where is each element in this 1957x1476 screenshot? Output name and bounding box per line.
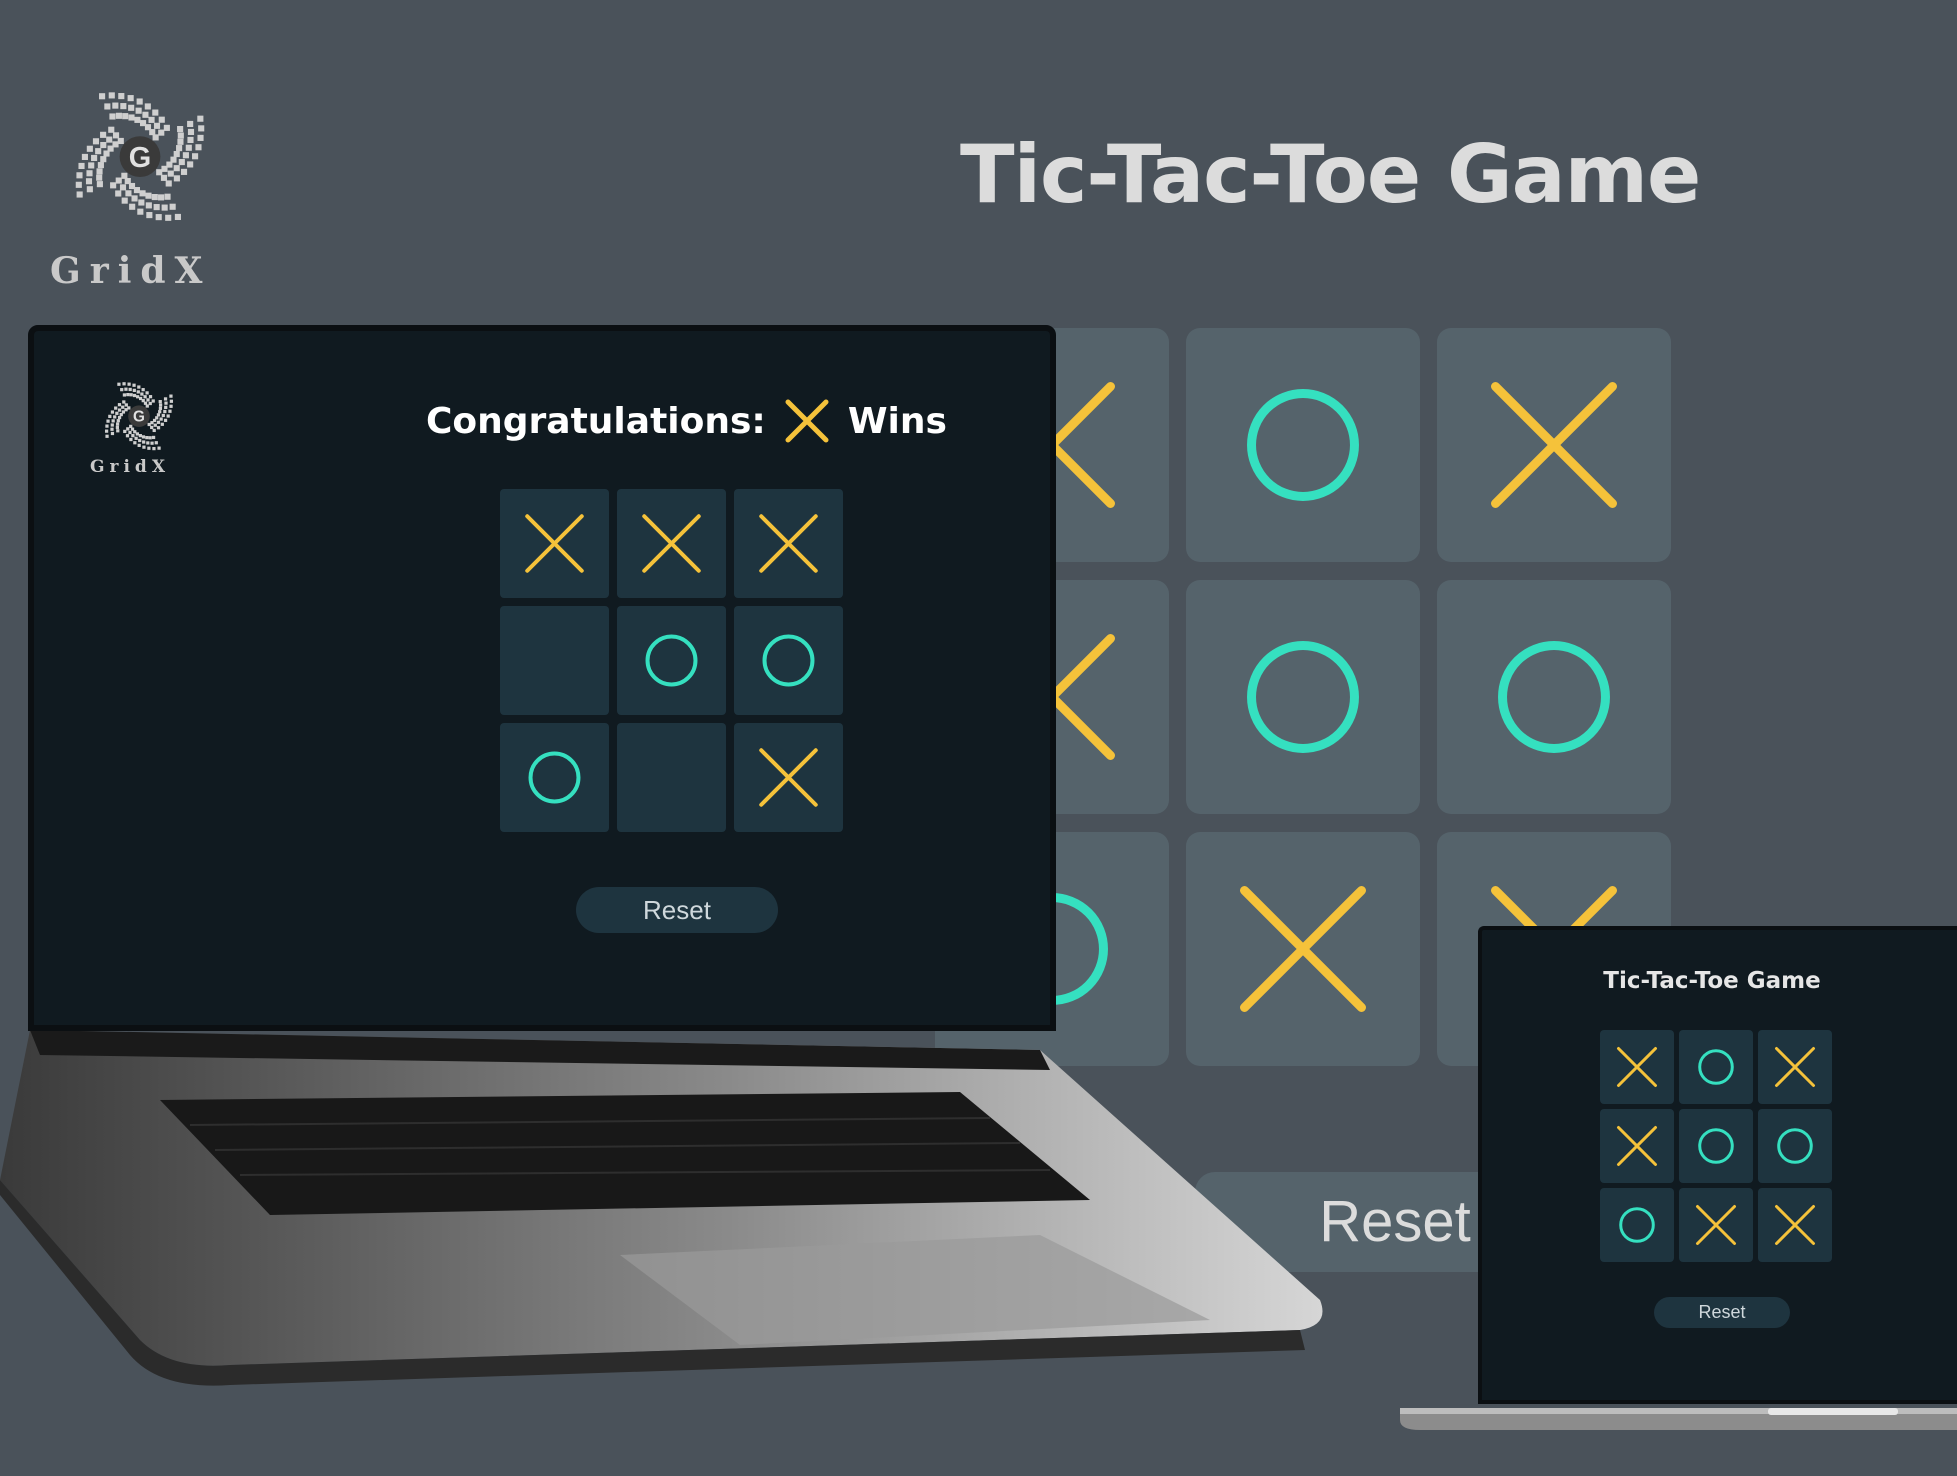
gridx-logo-icon: G bbox=[75, 92, 205, 221]
game-board bbox=[500, 489, 843, 832]
screen-brand-name: GridX bbox=[90, 457, 171, 477]
small-board-cell-7[interactable] bbox=[1600, 1188, 1674, 1262]
o-mark-icon bbox=[1698, 1128, 1734, 1164]
o-mark-icon bbox=[1247, 389, 1359, 501]
board-cell-1[interactable] bbox=[500, 489, 609, 598]
laptop-keyboard-base bbox=[0, 1030, 1323, 1386]
small-game-board bbox=[1600, 1030, 1832, 1262]
background-title: Tic-Tac-Toe Game bbox=[960, 128, 1701, 221]
board-cell-5[interactable] bbox=[617, 606, 726, 715]
board-cell-4[interactable] bbox=[500, 606, 609, 715]
o-mark-icon bbox=[528, 751, 581, 804]
background-cell-6 bbox=[1437, 580, 1671, 814]
win-message-prefix: Congratulations: bbox=[426, 400, 766, 442]
background-cell-5 bbox=[1186, 580, 1420, 814]
small-laptop-base bbox=[1400, 1408, 1957, 1430]
svg-text:G: G bbox=[133, 409, 145, 426]
o-mark-icon bbox=[762, 634, 815, 687]
small-board-cell-6[interactable] bbox=[1758, 1109, 1832, 1183]
board-cell-9[interactable] bbox=[734, 723, 843, 832]
small-board-cell-5[interactable] bbox=[1679, 1109, 1753, 1183]
o-mark-icon bbox=[1777, 1128, 1813, 1164]
gridx-logo-icon: G bbox=[104, 382, 174, 451]
x-mark-icon bbox=[1617, 1047, 1657, 1087]
x-mark-icon bbox=[1775, 1047, 1815, 1087]
o-mark-icon bbox=[645, 634, 698, 687]
reset-button[interactable]: Reset bbox=[576, 887, 778, 933]
laptop-screen: G GridX Congratulations: Wins Reset bbox=[28, 325, 1056, 1031]
small-game-title: Tic-Tac-Toe Game bbox=[1603, 968, 1821, 994]
svg-text:G: G bbox=[129, 142, 151, 174]
x-mark-icon bbox=[1696, 1205, 1736, 1245]
small-board-cell-8[interactable] bbox=[1679, 1188, 1753, 1262]
x-mark-icon bbox=[785, 399, 829, 443]
win-message-suffix: Wins bbox=[847, 400, 947, 442]
win-message: Congratulations: Wins bbox=[426, 393, 947, 449]
background-cell-3 bbox=[1437, 328, 1671, 562]
small-board-cell-4[interactable] bbox=[1600, 1109, 1674, 1183]
board-cell-7[interactable] bbox=[500, 723, 609, 832]
x-mark-icon bbox=[1775, 1205, 1815, 1245]
x-mark-icon bbox=[759, 748, 818, 807]
small-reset-button[interactable]: Reset bbox=[1654, 1297, 1790, 1328]
o-mark-icon bbox=[1619, 1207, 1655, 1243]
o-mark-icon bbox=[1498, 641, 1610, 753]
background-cell-2 bbox=[1186, 328, 1420, 562]
x-mark-icon bbox=[1491, 382, 1617, 508]
small-board-cell-2[interactable] bbox=[1679, 1030, 1753, 1104]
brand-name: GridX bbox=[50, 250, 212, 292]
o-mark-icon bbox=[1698, 1049, 1734, 1085]
x-mark-icon bbox=[525, 514, 584, 573]
small-laptop-screen: Tic-Tac-Toe Game Reset bbox=[1478, 926, 1957, 1404]
small-board-cell-1[interactable] bbox=[1600, 1030, 1674, 1104]
small-board-cell-9[interactable] bbox=[1758, 1188, 1832, 1262]
x-mark-icon bbox=[759, 514, 818, 573]
x-mark-icon bbox=[642, 514, 701, 573]
board-cell-3[interactable] bbox=[734, 489, 843, 598]
board-cell-6[interactable] bbox=[734, 606, 843, 715]
x-mark-icon bbox=[1617, 1126, 1657, 1166]
board-cell-8[interactable] bbox=[617, 723, 726, 832]
board-cell-2[interactable] bbox=[617, 489, 726, 598]
o-mark-icon bbox=[1247, 641, 1359, 753]
small-board-cell-3[interactable] bbox=[1758, 1030, 1832, 1104]
